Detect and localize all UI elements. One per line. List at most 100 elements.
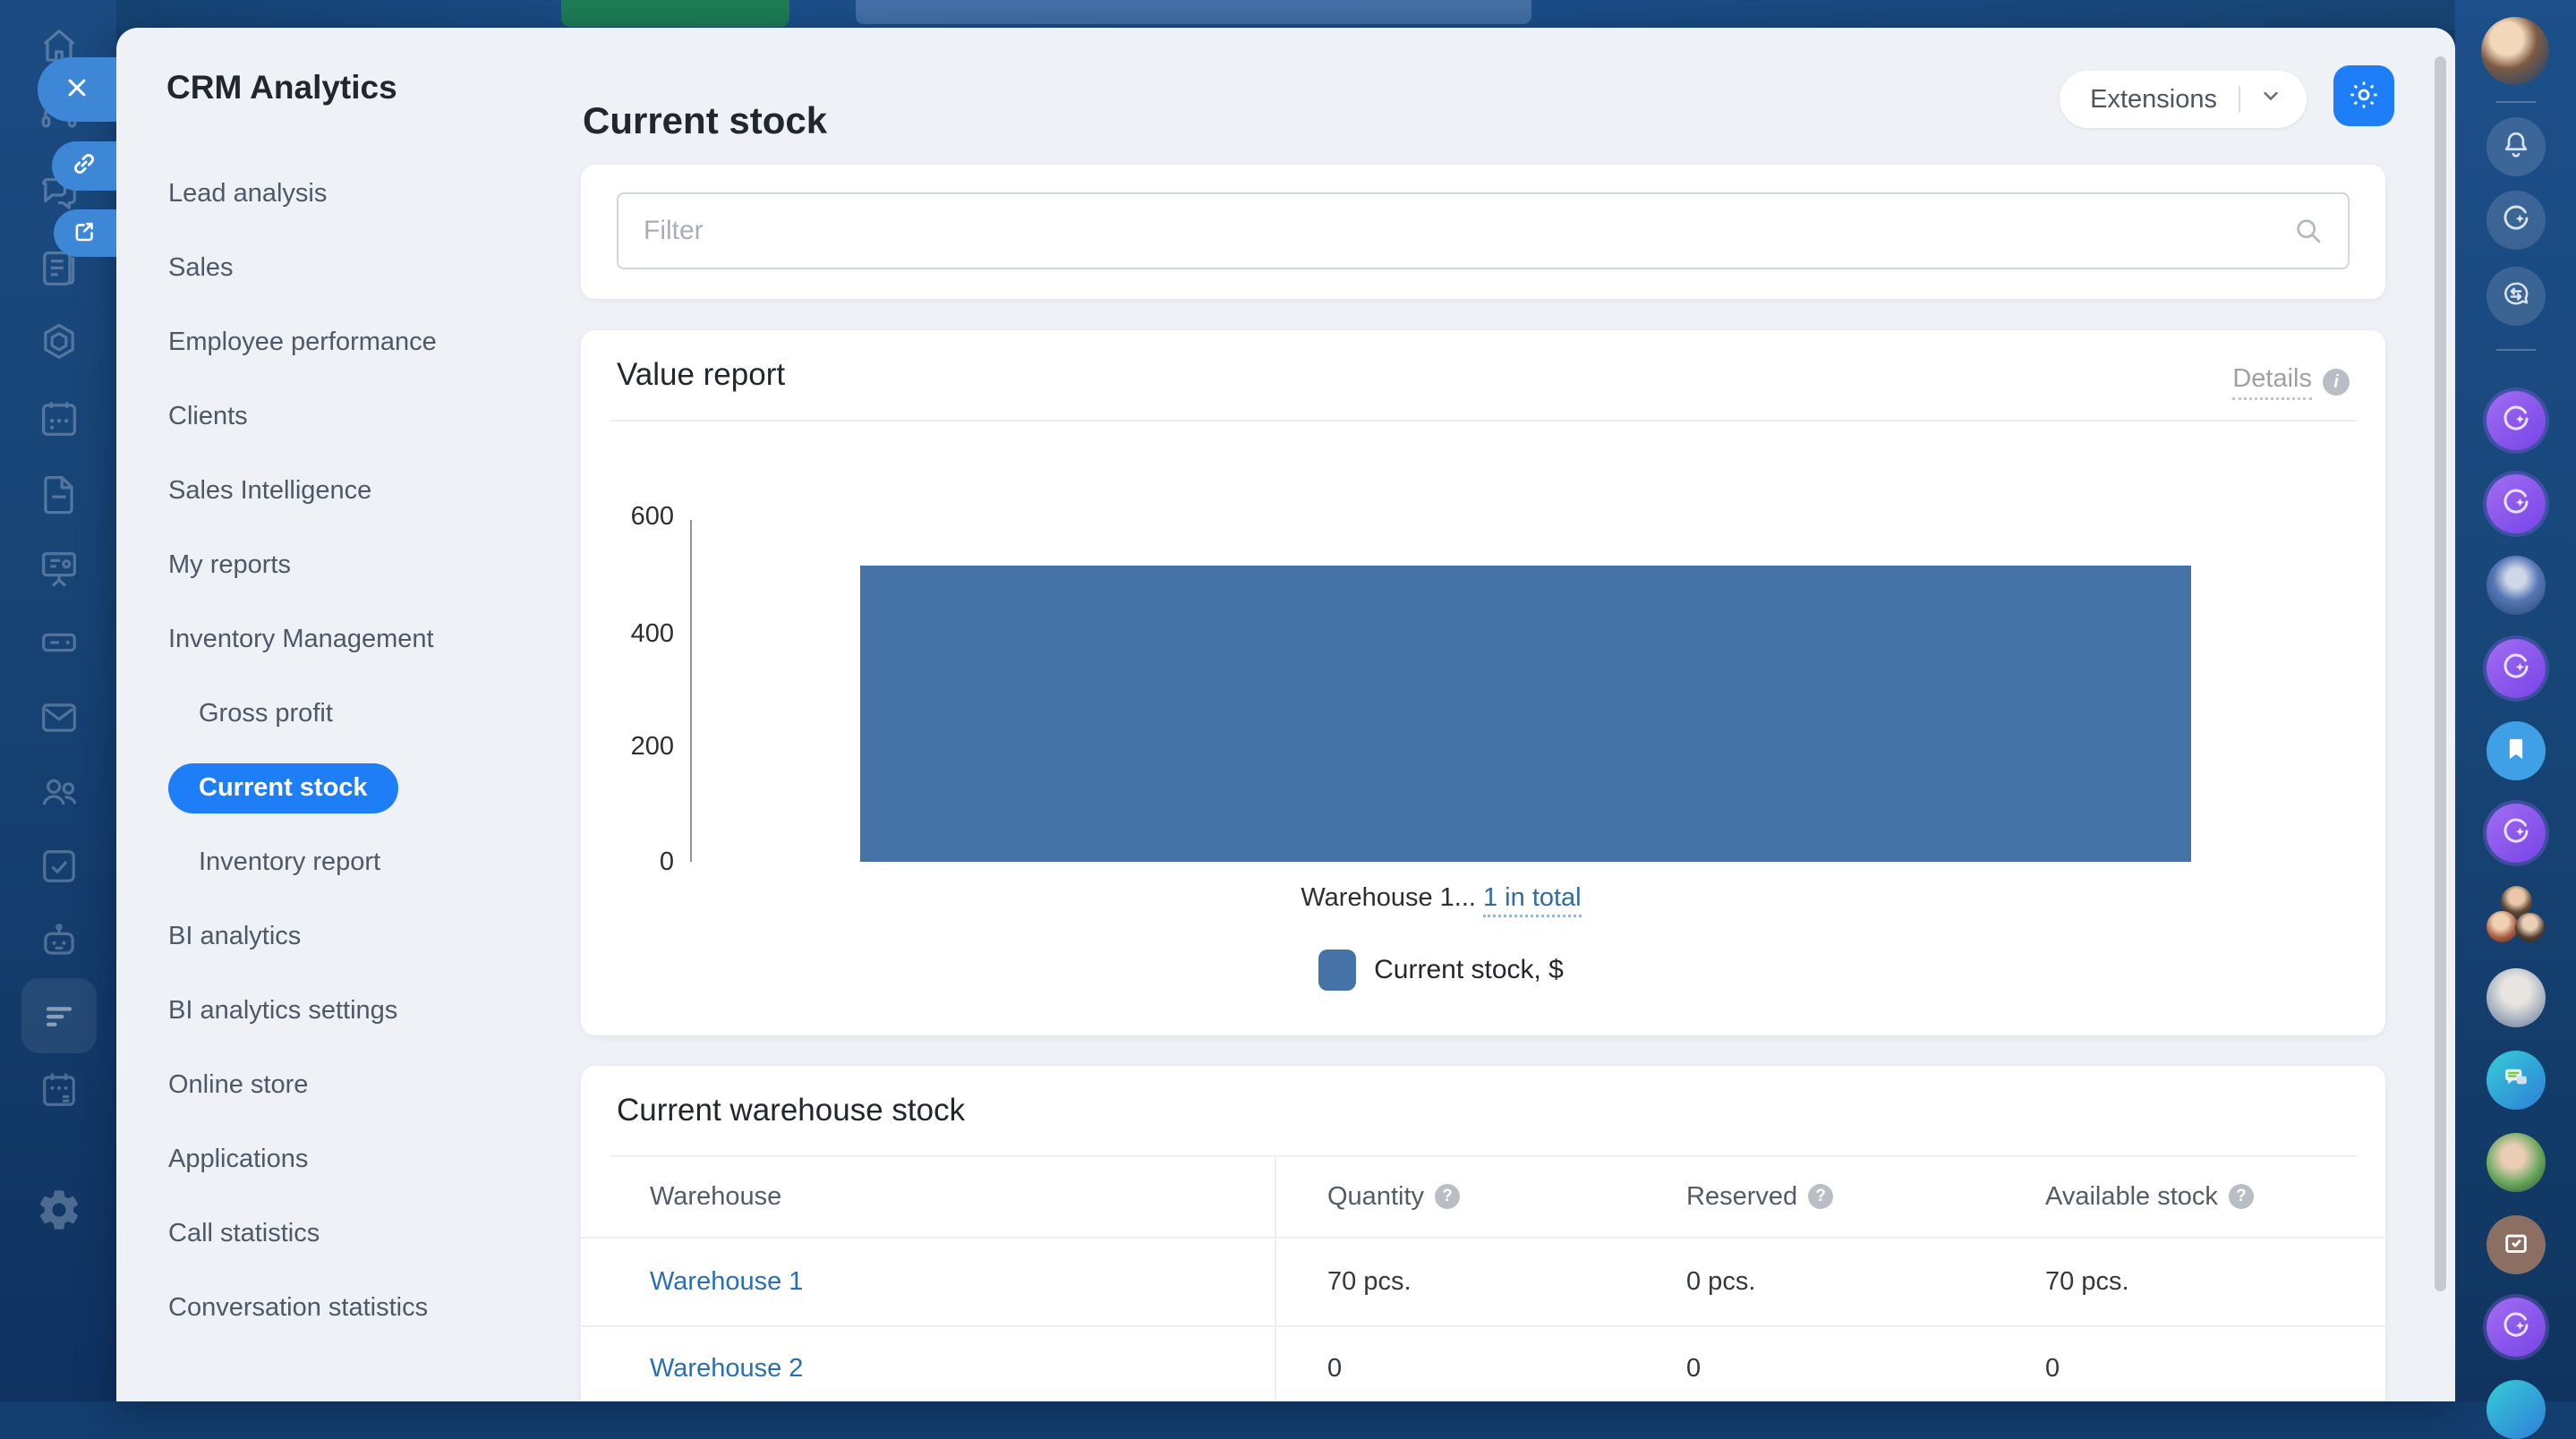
cat-avatar[interactable]	[2486, 968, 2546, 1027]
report-settings-button[interactable]	[2333, 65, 2394, 126]
y-tick-0: 0	[593, 847, 674, 877]
col-label: Quantity	[1327, 1182, 1424, 1212]
copilot-badge[interactable]	[2486, 391, 2546, 450]
chat-avatar[interactable]	[2486, 1133, 2546, 1192]
bot-icon[interactable]	[36, 918, 82, 965]
help-icon[interactable]: ?	[1435, 1184, 1460, 1209]
nav-item-bi-analytics[interactable]: BI analytics	[116, 899, 568, 974]
help-icon[interactable]: ?	[2229, 1184, 2254, 1209]
saved-messages-badge[interactable]	[2486, 721, 2546, 780]
nav-item-online-store[interactable]: Online store	[116, 1048, 568, 1122]
nav-item-clients[interactable]: Clients	[116, 379, 568, 454]
copilot-icon	[2499, 814, 2533, 853]
nav-item-lead-analysis[interactable]: Lead analysis	[116, 157, 568, 231]
calendar-icon[interactable]	[36, 396, 82, 442]
filter-input[interactable]	[618, 216, 2292, 246]
mail-icon[interactable]	[36, 694, 82, 741]
close-slider-button[interactable]	[38, 57, 116, 122]
total-link[interactable]: 1 in total	[1483, 883, 1582, 917]
copilot-badge[interactable]	[2486, 1298, 2546, 1357]
y-tick-400: 400	[593, 618, 674, 649]
details-control[interactable]: Details i	[2232, 364, 2350, 400]
file-icon[interactable]	[36, 471, 82, 517]
tasks-icon[interactable]	[36, 843, 82, 890]
legend-swatch	[1318, 949, 1356, 991]
board-icon[interactable]	[36, 545, 82, 592]
ballot-check-icon	[2499, 1226, 2533, 1264]
nav-label: BI analytics settings	[168, 996, 397, 1026]
available-value: 70 pcs.	[2045, 1239, 2129, 1325]
nav-item-inventory-report[interactable]: Inventory report	[116, 825, 568, 899]
copilot-icon	[2499, 201, 2533, 240]
y-axis-line	[690, 520, 692, 862]
col-label: Warehouse	[650, 1182, 781, 1212]
gear-icon[interactable]	[36, 1187, 82, 1233]
reserved-value: 0 pcs.	[1686, 1239, 1755, 1325]
scrollbar-thumb[interactable]	[2435, 56, 2446, 1291]
background-search-bar	[856, 0, 1531, 24]
filter-field	[617, 192, 2350, 269]
right-rail	[2455, 0, 2576, 1401]
gear-icon	[2346, 77, 2382, 115]
translate-chat-button[interactable]	[2486, 267, 2546, 326]
chat-bubbles-icon	[2499, 1061, 2533, 1100]
info-icon[interactable]: i	[2323, 369, 2350, 396]
filter-icon-box[interactable]	[21, 978, 97, 1053]
analytics-nav: Lead analysis Sales Employee performance…	[116, 157, 568, 1345]
nav-item-call-statistics[interactable]: Call statistics	[116, 1196, 568, 1271]
nav-item-sales[interactable]: Sales	[116, 231, 568, 305]
notifications-button[interactable]	[2486, 117, 2546, 176]
nav-item-my-reports[interactable]: My reports	[116, 528, 568, 602]
ballot-check-badge[interactable]	[2486, 1215, 2546, 1274]
copilot-badge[interactable]	[2486, 474, 2546, 533]
nav-label: Clients	[168, 402, 248, 431]
filter-icon	[36, 992, 82, 1039]
open-new-window-button[interactable]	[54, 209, 116, 257]
nav-label: Sales	[168, 253, 234, 283]
copilot-icon	[2499, 402, 2533, 440]
col-warehouse: Warehouse	[650, 1156, 781, 1237]
nav-item-employee-performance[interactable]: Employee performance	[116, 305, 568, 379]
grid-calendar-icon[interactable]	[36, 1067, 82, 1113]
bar-warehouse-1[interactable]	[860, 566, 2191, 862]
copilot-badge[interactable]	[2486, 639, 2546, 698]
copy-link-button[interactable]	[52, 141, 116, 191]
hexagon-icon[interactable]	[36, 319, 82, 366]
teal-badge-partial[interactable]	[2486, 1380, 2546, 1439]
help-icon[interactable]: ?	[1808, 1184, 1833, 1209]
nav-item-bi-analytics-settings[interactable]: BI analytics settings	[116, 974, 568, 1048]
filter-card	[581, 165, 2385, 299]
value-report-card: Value report Details i 600 400 200 0 War…	[581, 330, 2385, 1035]
nav-item-conversation-statistics[interactable]: Conversation statistics	[116, 1271, 568, 1345]
nav-item-applications[interactable]: Applications	[116, 1122, 568, 1196]
extensions-label: Extensions	[2090, 85, 2217, 115]
user-avatar[interactable]	[2481, 17, 2549, 85]
drive-icon[interactable]	[36, 619, 82, 666]
copilot-button[interactable]	[2486, 191, 2546, 250]
nav-item-current-stock[interactable]: Current stock	[116, 751, 568, 825]
close-icon	[62, 72, 92, 107]
chat-avatar[interactable]	[2486, 556, 2546, 615]
warehouse-2-link[interactable]: Warehouse 2	[650, 1354, 803, 1384]
chat-lines-badge[interactable]	[2486, 1051, 2546, 1110]
external-link-icon	[70, 216, 100, 251]
col-quantity: Quantity?	[1327, 1156, 1460, 1237]
bell-icon	[2499, 128, 2533, 166]
nav-item-inventory-management[interactable]: Inventory Management	[116, 602, 568, 677]
nav-item-gross-profit[interactable]: Gross profit	[116, 677, 568, 751]
extensions-button[interactable]: Extensions	[2060, 71, 2307, 128]
warehouse-1-link[interactable]: Warehouse 1	[650, 1267, 803, 1297]
group-chat-avatar[interactable]	[2486, 886, 2546, 945]
copilot-badge[interactable]	[2486, 804, 2546, 863]
chart-legend: Current stock, $	[691, 949, 2191, 991]
search-icon[interactable]	[2292, 215, 2324, 247]
users-icon[interactable]	[36, 769, 82, 815]
bookmark-icon	[2499, 732, 2533, 771]
col-reserved: Reserved?	[1686, 1156, 1833, 1237]
page-title: Current stock	[583, 99, 827, 142]
nav-item-sales-intelligence[interactable]: Sales Intelligence	[116, 454, 568, 528]
nav-label: Online store	[168, 1070, 308, 1100]
copilot-icon	[2499, 1308, 2533, 1347]
quantity-value: 70 pcs.	[1327, 1239, 1412, 1325]
details-link[interactable]: Details	[2232, 364, 2312, 400]
